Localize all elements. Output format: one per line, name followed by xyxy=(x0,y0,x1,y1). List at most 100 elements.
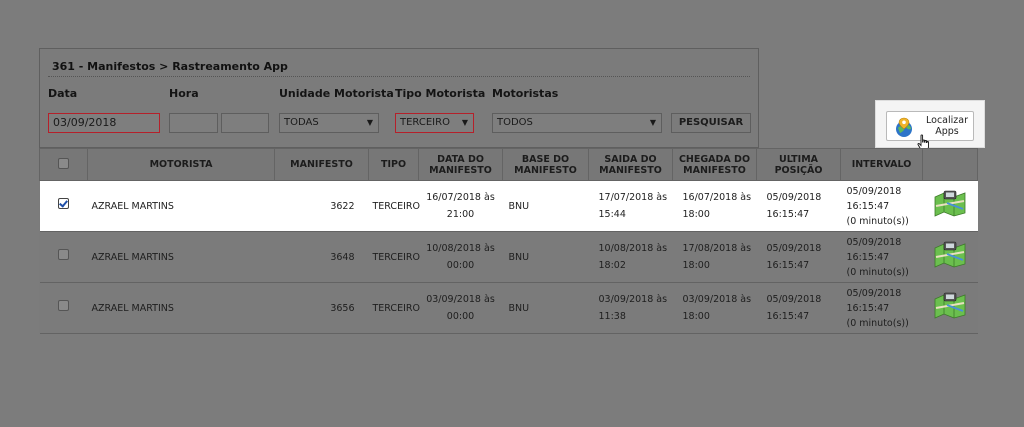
tipo-cell: TERCEIRO xyxy=(368,231,420,283)
intervalo-date: 05/09/2018 xyxy=(846,185,902,197)
row-checkbox[interactable] xyxy=(58,197,69,209)
table-row[interactable]: AZRAEL MARTINS 3656 TERCEIRO 03/09/2018 às 0… xyxy=(39,282,978,334)
intervalo-cell: 05/09/2018 16:15:47 (0 minuto(s)) xyxy=(840,282,923,334)
header-manifesto: MANIFESTO xyxy=(274,148,369,181)
tipo-cell: TERCEIRO xyxy=(368,282,420,334)
data-time: 00:00 xyxy=(446,311,475,322)
motorista-cell: AZRAEL MARTINS xyxy=(87,282,275,334)
motoristas-select[interactable]: TODOS ▼ xyxy=(492,113,662,133)
header-intervalo: INTERVALO xyxy=(840,148,923,181)
tipo-motorista-select[interactable]: TERCEIRO ▼ xyxy=(395,113,474,133)
map-cell xyxy=(922,180,978,232)
saida-date: 03/09/2018 às xyxy=(598,294,668,305)
unidade-motorista-select[interactable]: TODAS ▼ xyxy=(279,113,379,133)
ultima-posicao-cell: 05/09/2018 16:15:47 xyxy=(756,231,841,283)
intervalo-date: 05/09/2018 xyxy=(846,287,902,299)
chevron-down-icon: ▼ xyxy=(461,118,468,127)
saida-time: 18:02 xyxy=(598,260,626,271)
map-cell xyxy=(922,282,978,334)
chegada-date: 17/08/2018 às xyxy=(682,243,752,254)
table-row[interactable]: AZRAEL MARTINS 3648 TERCEIRO 10/08/2018 às 0… xyxy=(39,231,978,283)
hora-label: Hora xyxy=(169,87,199,100)
saida-cell: 10/08/2018 às 18:02 xyxy=(588,231,673,283)
data-manifesto-cell: 03/09/2018 às 00:00 xyxy=(418,282,503,334)
saida-date: 17/07/2018 às xyxy=(598,192,668,203)
minute-input[interactable] xyxy=(221,113,269,133)
divider xyxy=(48,76,750,77)
intervalo-time: 16:15:47 xyxy=(846,251,890,263)
ultima-posicao-cell: 05/09/2018 16:15:47 xyxy=(756,282,841,334)
ultima-time: 16:15:47 xyxy=(766,311,810,322)
date-input[interactable]: 03/09/2018 xyxy=(48,113,160,133)
chegada-cell: 16/07/2018 às 18:00 xyxy=(672,180,757,232)
chegada-time: 18:00 xyxy=(682,260,710,271)
breadcrumb: 361 - Manifestos > Rastreamento App xyxy=(52,60,288,73)
header-data-manifesto: DATA DO MANIFESTO xyxy=(418,148,503,181)
base-cell: BNU xyxy=(502,180,589,232)
row-checkbox[interactable] xyxy=(58,248,69,260)
tipo-motorista-label: Tipo Motorista xyxy=(395,87,486,100)
header-map xyxy=(922,148,978,181)
data-date: 16/07/2018 às xyxy=(426,192,495,203)
ultima-time: 16:15:47 xyxy=(766,260,810,271)
chevron-down-icon: ▼ xyxy=(366,118,373,127)
chegada-time: 18:00 xyxy=(682,311,710,322)
saida-cell: 03/09/2018 às 11:38 xyxy=(588,282,673,334)
ultima-date: 05/09/2018 xyxy=(766,294,822,305)
tipo-motorista-value: TERCEIRO xyxy=(400,117,450,128)
data-date: 10/08/2018 às xyxy=(426,243,495,254)
header-motorista: MOTORISTA xyxy=(87,148,275,181)
table-row[interactable]: AZRAEL MARTINS 3622 TERCEIRO 16/07/2018 às 2… xyxy=(39,180,978,232)
map-icon[interactable] xyxy=(933,189,967,217)
data-label: Data xyxy=(48,87,78,100)
select-all-checkbox[interactable] xyxy=(58,157,69,169)
base-cell: BNU xyxy=(502,282,589,334)
saida-time: 11:38 xyxy=(598,311,626,322)
chegada-cell: 17/08/2018 às 18:00 xyxy=(672,231,757,283)
ultima-posicao-cell: 05/09/2018 16:15:47 xyxy=(756,180,841,232)
globe-pin-icon xyxy=(896,117,912,137)
map-cell xyxy=(922,231,978,283)
header-tipo: TIPO xyxy=(368,148,419,181)
data-date: 03/09/2018 às xyxy=(426,294,495,305)
intervalo-minutes: (0 minuto(s)) xyxy=(846,215,909,227)
header-chegada-manifesto: CHEGADA DO MANIFESTO xyxy=(672,148,757,181)
ultima-date: 05/09/2018 xyxy=(766,192,822,203)
manifesto-cell: 3622 xyxy=(274,180,369,232)
manifest-table: MOTORISTA MANIFESTO TIPO DATA DO MANIFES… xyxy=(39,148,978,334)
chegada-date: 03/09/2018 às xyxy=(682,294,752,305)
header-ultima-posicao: ULTIMA POSIÇÃO xyxy=(756,148,841,181)
motoristas-value: TODOS xyxy=(497,117,533,128)
row-checkbox[interactable] xyxy=(58,299,69,311)
intervalo-cell: 05/09/2018 16:15:47 (0 minuto(s)) xyxy=(840,231,923,283)
unidade-motorista-label: Unidade Motorista xyxy=(279,87,394,100)
header-saida-manifesto: SAIDA DO MANIFESTO xyxy=(588,148,673,181)
intervalo-minutes: (0 minuto(s)) xyxy=(846,266,909,278)
motorista-cell: AZRAEL MARTINS xyxy=(87,180,275,232)
data-manifesto-cell: 16/07/2018 às 21:00 xyxy=(418,180,503,232)
saida-time: 15:44 xyxy=(598,209,626,220)
saida-cell: 17/07/2018 às 15:44 xyxy=(588,180,673,232)
intervalo-date: 05/09/2018 xyxy=(846,236,902,248)
intervalo-minutes: (0 minuto(s)) xyxy=(846,317,909,329)
motoristas-label: Motoristas xyxy=(492,87,559,100)
row-select-cell xyxy=(39,231,88,283)
chevron-down-icon: ▼ xyxy=(649,118,656,127)
map-icon[interactable] xyxy=(933,240,967,268)
manifesto-cell: 3648 xyxy=(274,231,369,283)
map-icon[interactable] xyxy=(933,291,967,319)
intervalo-time: 16:15:47 xyxy=(846,302,890,314)
tipo-cell: TERCEIRO xyxy=(368,180,420,232)
chegada-date: 16/07/2018 às xyxy=(682,192,752,203)
unidade-motorista-value: TODAS xyxy=(284,117,319,128)
data-manifesto-cell: 10/08/2018 às 00:00 xyxy=(418,231,503,283)
row-select-cell xyxy=(39,180,88,232)
manifesto-cell: 3656 xyxy=(274,282,369,334)
ultima-time: 16:15:47 xyxy=(766,209,810,220)
chegada-time: 18:00 xyxy=(682,209,710,220)
saida-date: 10/08/2018 às xyxy=(598,243,668,254)
search-button[interactable]: PESQUISAR xyxy=(671,113,751,133)
data-time: 00:00 xyxy=(446,260,475,271)
hour-input[interactable] xyxy=(169,113,218,133)
intervalo-time: 16:15:47 xyxy=(846,200,890,212)
